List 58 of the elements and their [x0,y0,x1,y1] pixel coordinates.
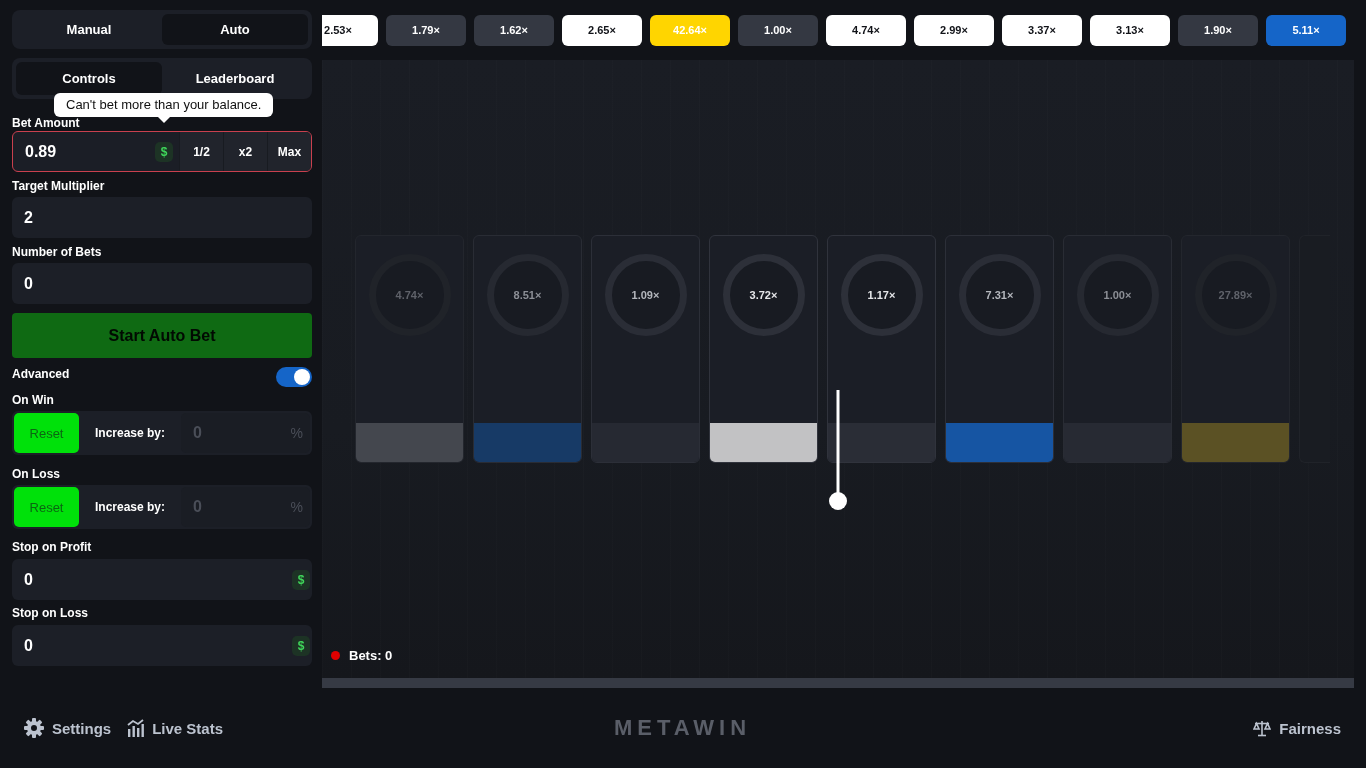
bet-adjust-button[interactable]: x2 [223,132,267,171]
settings-button[interactable]: Settings [24,718,112,738]
multiplier-chip: 1.00× [738,14,818,46]
scales-icon [1253,719,1272,737]
field-label: On Win [12,393,54,407]
multiplier-chip: 1.79× [386,14,466,46]
bar-chart-icon [127,719,145,737]
multiplier-chip: 3.13× [1090,14,1170,46]
card-multiplier: 4.74× [368,254,451,336]
multiplier-chip: 4.74× [826,14,906,46]
stop-on-profit-input[interactable]: 0 [12,559,292,600]
field-label: Advanced [12,367,70,381]
multiplier-chip: 2.53× [322,14,378,46]
fairness-button[interactable]: Fairness [1253,719,1341,737]
settings-icon [24,718,44,738]
field-label: Number of Bets [12,245,102,259]
multiplier-chip: 1.90× [1178,14,1258,46]
multiplier-chip: 1.62× [474,14,554,46]
field-label: Stop on Profit [12,540,92,554]
live-stats-button[interactable]: Live Stats [127,719,224,737]
bet-amount-field[interactable]: 0.89 $ 1/2 x2 Max [12,131,312,172]
bet-adjust-button[interactable]: 1/2 [179,132,223,171]
multiplier-chip: 42.64× [650,14,730,46]
unit-label: % [290,425,303,441]
card-multiplier: 3.72× [722,254,805,336]
field-label: Bet Amount [12,117,80,129]
panel-tab[interactable]: Controls [16,62,162,95]
target-multiplier-field[interactable]: 2 [12,197,312,238]
status-dot-icon [331,650,340,660]
stop-on-loss-input[interactable]: 0 [12,625,292,666]
logo: METAWIN [613,715,752,741]
field-label: Stop on Loss [12,606,88,620]
mode-tab[interactable]: Auto [162,14,308,45]
bets-count: Bets: 0 [349,647,393,663]
field-label: Target Multiplier [12,179,105,193]
card-multiplier: 27.89× [1194,254,1277,336]
bet-amount-input[interactable]: 0.89 [13,132,155,171]
multiplier-chip: 5.11× [1266,14,1346,46]
currency-symbol: $ [155,141,173,162]
currency-symbol: $ [292,635,310,656]
field-label: On Loss [12,467,60,481]
card-multiplier: 1.00× [1076,254,1159,336]
multiplier-chip: 3.37× [1002,14,1082,46]
unit-label: % [290,499,303,515]
multiplier-chip: 2.65× [562,14,642,46]
card-multiplier: 7.31× [958,254,1041,336]
card-multiplier: 1.09× [604,254,687,336]
card-multiplier: 8.51× [486,254,569,336]
mode-tab[interactable]: Manual [16,14,162,45]
card-multiplier: 1.17× [840,254,923,336]
currency-symbol: $ [292,569,310,590]
stop-on-profit-field[interactable]: 0 $ [12,559,312,600]
stop-on-loss-field[interactable]: 0 $ [12,625,312,666]
multiplier-chip: 2.99× [914,14,994,46]
number-of-bets-field[interactable]: 0 [12,263,312,304]
panel-tab[interactable]: Leaderboard [162,62,308,95]
advanced-toggle[interactable] [276,367,312,387]
bet-adjust-button[interactable]: Max [267,132,311,171]
